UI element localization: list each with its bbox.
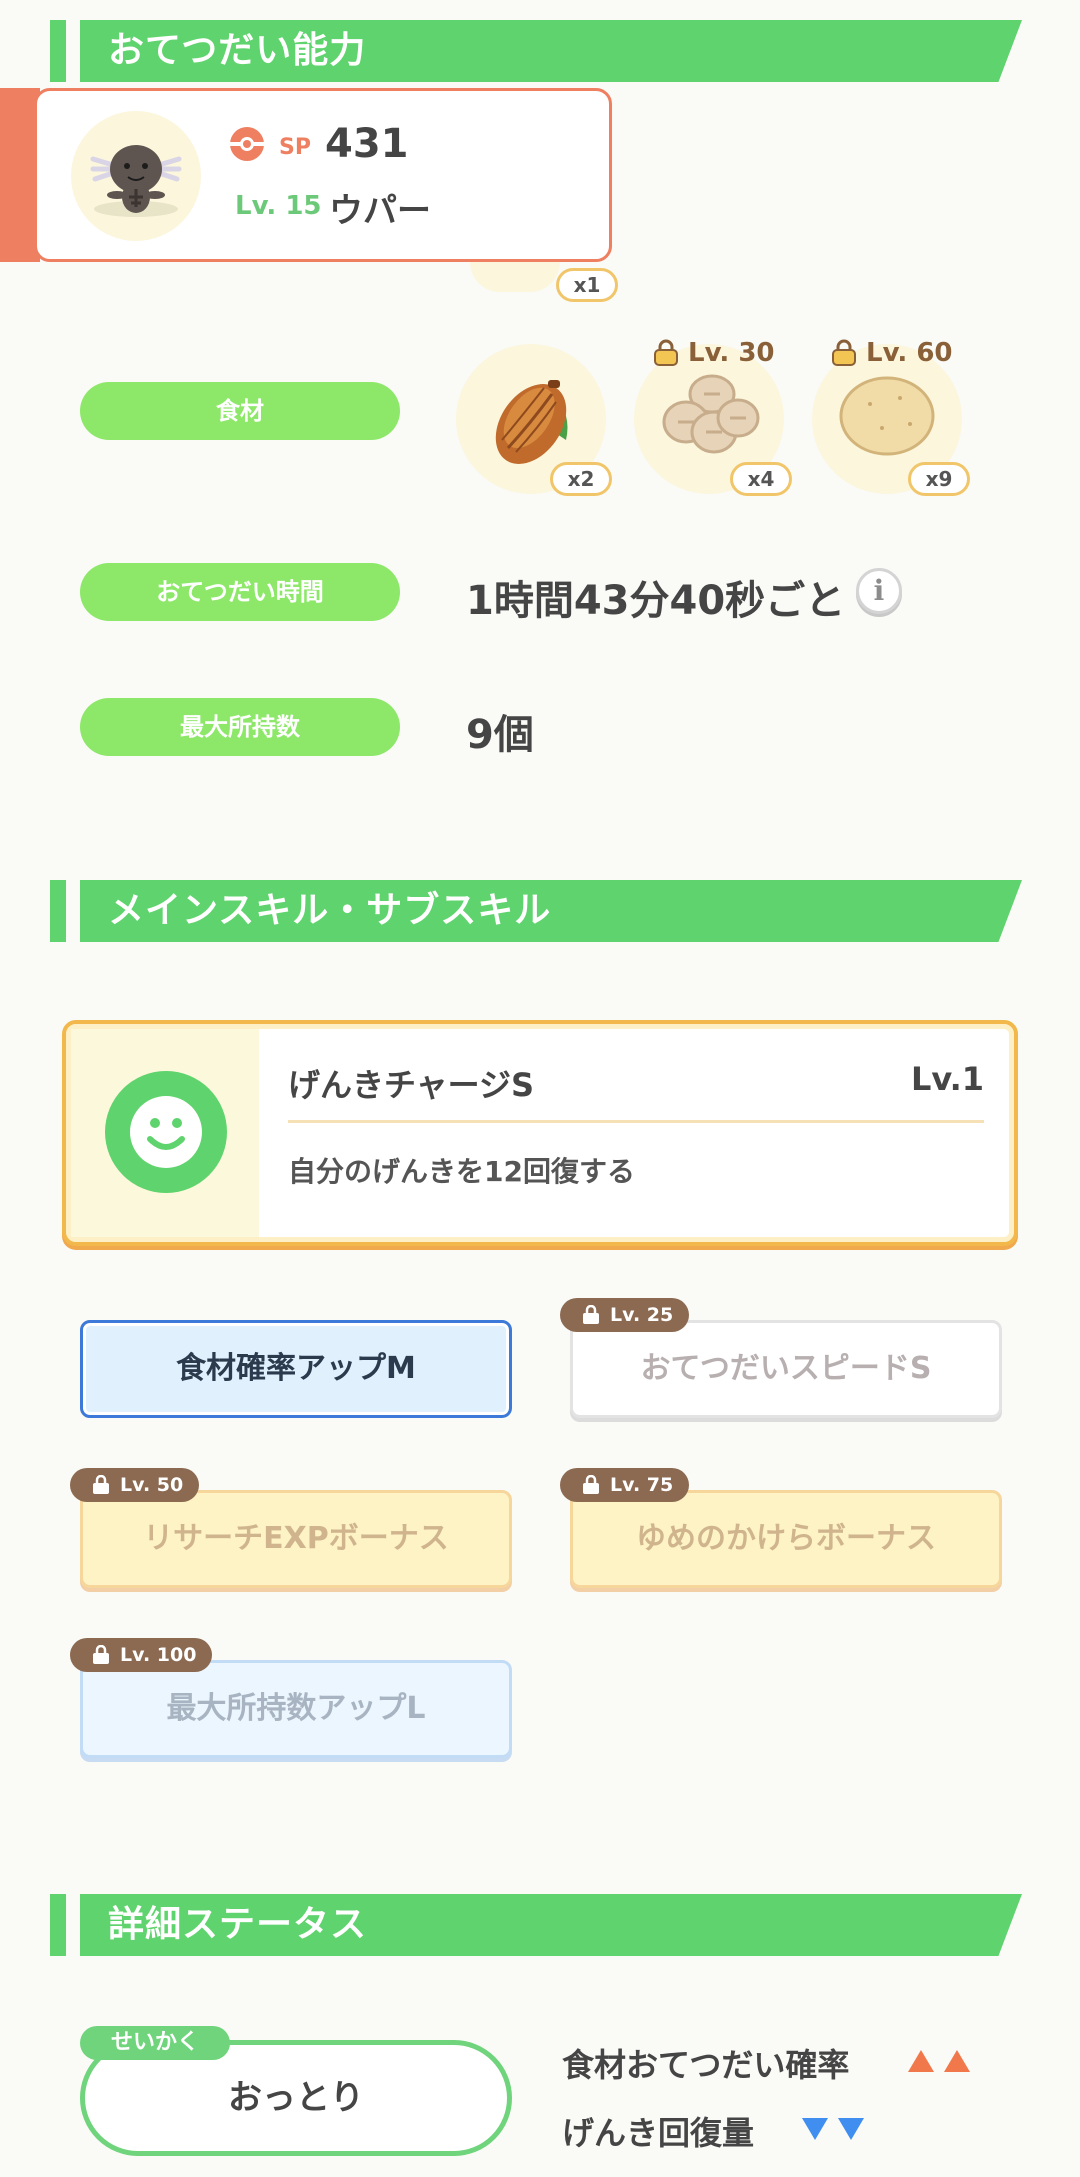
section-bar-stub bbox=[50, 20, 66, 82]
smiley-icon bbox=[105, 1071, 227, 1193]
nature-down-label: げんき回復量 bbox=[562, 2114, 755, 2152]
down-arrow-icon bbox=[838, 2118, 864, 2140]
lock-level-tag: Lv. 60 bbox=[830, 336, 953, 370]
lock-icon bbox=[654, 339, 678, 366]
sp-label: SP bbox=[279, 135, 311, 160]
up-arrows-icon bbox=[906, 2048, 972, 2074]
sub-skill-5[interactable]: 最大所持数アップL bbox=[80, 1660, 512, 1758]
info-icon[interactable]: i bbox=[856, 568, 902, 614]
lock-level-label: Lv. 60 bbox=[866, 338, 953, 368]
divider bbox=[288, 1120, 984, 1123]
lock-level-tag: Lv. 30 bbox=[652, 336, 775, 370]
wooper-sprite-icon bbox=[71, 111, 201, 241]
section-bar-stub bbox=[50, 880, 66, 942]
help-time-value: 1時間43分40秒ごと bbox=[466, 578, 846, 624]
main-skill-level: Lv.1 bbox=[910, 1060, 984, 1098]
section-header-helping: おてつだい能力 bbox=[50, 20, 1022, 82]
section-header-skills: メインスキル・サブスキル bbox=[50, 880, 1022, 942]
ingredients-label: 食材 bbox=[80, 382, 400, 440]
sub-skill-lock-tag: Lv. 25 bbox=[560, 1298, 690, 1332]
pokemon-level: Lv. 15 bbox=[235, 191, 322, 221]
sub-skill-3[interactable]: リサーチEXPボーナス bbox=[80, 1490, 512, 1588]
peek-ingredient-fragment bbox=[470, 256, 570, 292]
sub-skill-2[interactable]: おてつだいスピードS bbox=[570, 1320, 1002, 1418]
sub-skill-4[interactable]: ゆめのかけらボーナス bbox=[570, 1490, 1002, 1588]
down-arrow-icon bbox=[802, 2118, 828, 2140]
lock-level-label: Lv. 75 bbox=[610, 1474, 674, 1496]
up-arrow-icon bbox=[908, 2050, 934, 2072]
down-arrows-icon bbox=[800, 2116, 866, 2142]
poke-ball-icon bbox=[230, 127, 264, 161]
main-skill-card[interactable]: げんきチャージS Lv.1 自分のげんきを12回復する bbox=[62, 1020, 1018, 1246]
lock-icon bbox=[93, 1645, 109, 1664]
up-arrow-icon bbox=[944, 2050, 970, 2072]
lock-icon bbox=[583, 1475, 599, 1494]
quantity-badge: x4 bbox=[730, 462, 792, 496]
sub-skill-1[interactable]: 食材確率アップM bbox=[80, 1320, 512, 1418]
main-skill-icon-panel bbox=[71, 1029, 259, 1237]
section-title: 詳細ステータス bbox=[108, 1904, 368, 1945]
lock-icon bbox=[93, 1475, 109, 1494]
sub-skill-lock-tag: Lv. 50 bbox=[70, 1468, 200, 1502]
lock-level-label: Lv. 25 bbox=[610, 1304, 674, 1326]
quantity-badge: x1 bbox=[556, 268, 618, 302]
nature-up-label: 食材おてつだい確率 bbox=[562, 2046, 850, 2084]
max-carry-label: 最大所持数 bbox=[80, 698, 400, 756]
pokemon-name: ウパー bbox=[329, 191, 431, 231]
lock-level-label: Lv. 100 bbox=[120, 1644, 197, 1666]
lock-level-label: Lv. 30 bbox=[688, 338, 775, 368]
help-time-label: おてつだい時間 bbox=[80, 563, 400, 621]
nature-tag: せいかく bbox=[80, 2026, 230, 2060]
max-carry-value: 9個 bbox=[466, 712, 534, 758]
lock-level-label: Lv. 50 bbox=[120, 1474, 184, 1496]
main-skill-name: げんきチャージS bbox=[288, 1066, 535, 1104]
section-title: メインスキル・サブスキル bbox=[108, 890, 552, 931]
quantity-badge: x2 bbox=[550, 462, 612, 496]
sub-skill-lock-tag: Lv. 100 bbox=[70, 1638, 213, 1672]
sub-skill-lock-tag: Lv. 75 bbox=[560, 1468, 690, 1502]
lock-icon bbox=[832, 339, 856, 366]
section-bar-stub bbox=[50, 1894, 66, 1956]
quantity-badge: x9 bbox=[908, 462, 970, 496]
pokemon-card[interactable]: SP 431 Lv. 15 ウパー bbox=[34, 88, 612, 262]
section-title: おてつだい能力 bbox=[108, 30, 367, 71]
section-header-details: 詳細ステータス bbox=[50, 1894, 1022, 1956]
main-skill-description: 自分のげんきを12回復する bbox=[288, 1155, 635, 1188]
sp-value: 431 bbox=[325, 121, 409, 167]
lock-icon bbox=[583, 1305, 599, 1324]
